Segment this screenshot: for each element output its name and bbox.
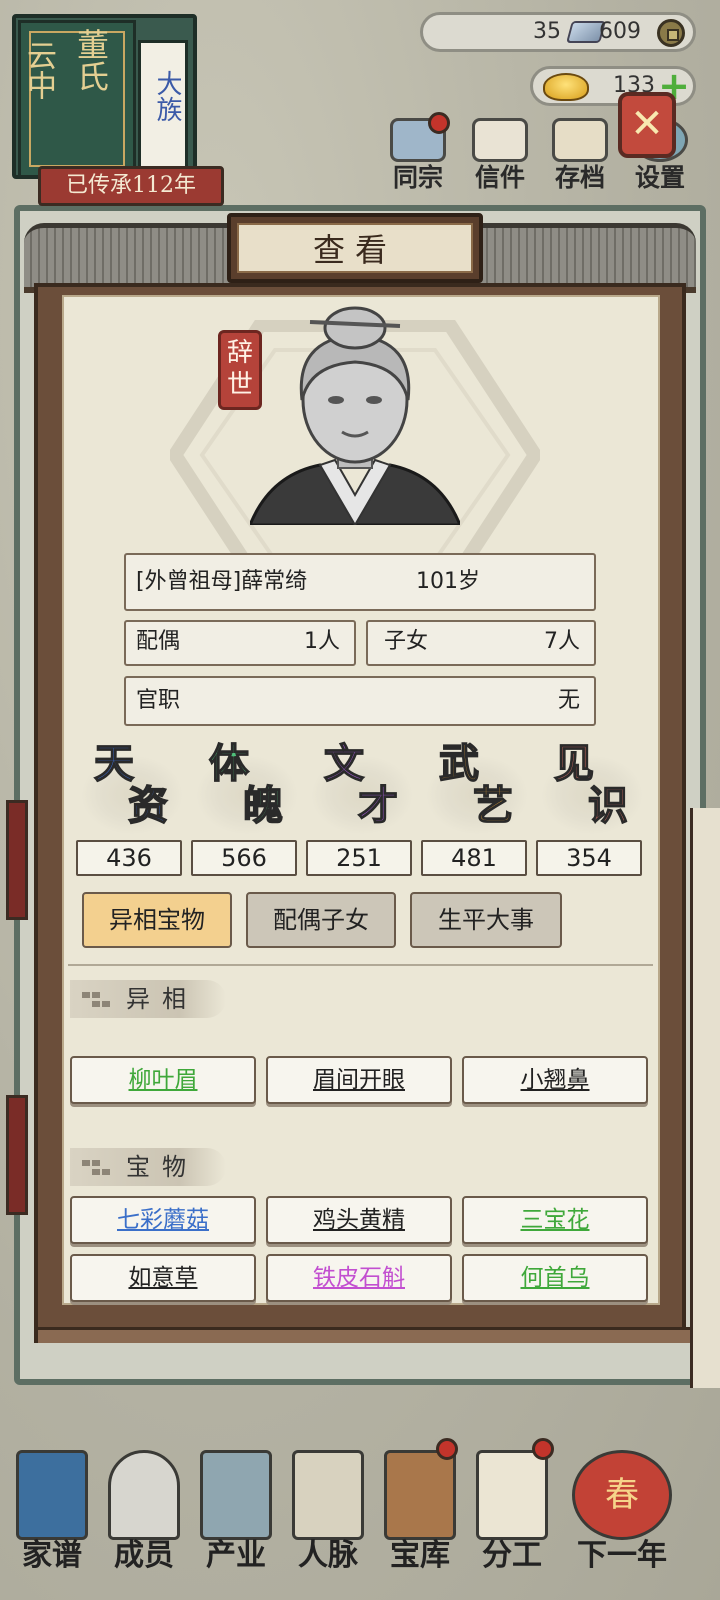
stat-name-char: 魄 bbox=[242, 782, 284, 829]
trait-item[interactable]: 小翘鼻 bbox=[462, 1056, 648, 1104]
notification-dot bbox=[436, 1438, 458, 1460]
stat-literary: 文 才 251 bbox=[306, 740, 412, 880]
office-label: 官职 bbox=[136, 688, 181, 713]
section-divider bbox=[68, 956, 653, 966]
children-row: 子女 7人 bbox=[366, 620, 596, 666]
notification-dot bbox=[428, 112, 450, 134]
clan-surname: 董氏 bbox=[72, 28, 110, 92]
treasure-item[interactable]: 鸡头黄精 bbox=[266, 1196, 452, 1244]
office-row: 官职 无 bbox=[124, 676, 596, 726]
spouse-value: 1人 bbox=[304, 629, 340, 654]
clan-rank: 大族 bbox=[152, 70, 182, 122]
stat-name-char: 文 bbox=[323, 740, 365, 787]
next-year-lantern-icon: 春 bbox=[572, 1450, 672, 1540]
nav-network[interactable]: 人脉 bbox=[282, 1430, 374, 1600]
treasury-icon bbox=[384, 1450, 456, 1540]
inherit-years-ribbon: 已传承112年 bbox=[38, 166, 224, 206]
treasures-section-header: 宝物 bbox=[70, 1148, 226, 1186]
nav-property[interactable]: 产业 bbox=[190, 1430, 282, 1600]
treasure-item[interactable]: 三宝花 bbox=[462, 1196, 648, 1244]
stat-name-char: 才 bbox=[357, 782, 399, 829]
spouse-label: 配偶 bbox=[136, 629, 181, 654]
stat-name-char: 艺 bbox=[472, 782, 514, 829]
tab-spouse-children[interactable]: 配偶子女 bbox=[246, 892, 396, 948]
stat-aptitude: 天 资 436 bbox=[76, 740, 182, 880]
copper-count: 609 bbox=[599, 19, 641, 44]
stat-name-char: 资 bbox=[127, 782, 169, 829]
stat-value: 354 bbox=[536, 840, 642, 876]
network-icon bbox=[292, 1450, 364, 1540]
close-button[interactable]: ✕ bbox=[618, 92, 676, 158]
tab-traits-treasures[interactable]: 异相宝物 bbox=[82, 892, 232, 948]
clan-info-book[interactable]: 云中 董氏 大族 已传承112年 bbox=[10, 10, 224, 206]
genealogy-book-icon bbox=[16, 1450, 88, 1540]
stat-value: 436 bbox=[76, 840, 182, 876]
treasure-item[interactable]: 何首乌 bbox=[462, 1254, 648, 1302]
stat-name-char: 体 bbox=[208, 740, 250, 787]
lattice-icon bbox=[82, 992, 110, 1008]
bottom-nav: 家谱 成员 产业 人脉 宝库 分工 春 下一年 bbox=[0, 1430, 720, 1600]
character-portrait bbox=[250, 306, 460, 525]
gold-ingot-icon bbox=[543, 73, 589, 101]
traits-section-header: 异相 bbox=[70, 980, 226, 1018]
stat-value: 566 bbox=[191, 840, 297, 876]
title-plaque: 查看 bbox=[227, 213, 483, 283]
person-age: 101岁 bbox=[416, 569, 480, 594]
children-value: 7人 bbox=[544, 629, 580, 654]
silver-count: 35 bbox=[533, 19, 561, 44]
currency-bar: 35 609 bbox=[420, 12, 696, 52]
spouse-row: 配偶 1人 bbox=[124, 620, 356, 666]
scroll-bottom-rail bbox=[38, 1327, 690, 1343]
property-icon bbox=[200, 1450, 272, 1540]
treasure-item[interactable]: 铁皮石斛 bbox=[266, 1254, 452, 1302]
stat-value: 251 bbox=[306, 840, 412, 876]
stat-name-char: 天 bbox=[93, 740, 135, 787]
tab-life-events[interactable]: 生平大事 bbox=[410, 892, 562, 948]
nav-members[interactable]: 成员 bbox=[98, 1430, 190, 1600]
stat-name-char: 识 bbox=[587, 782, 629, 829]
notification-dot bbox=[532, 1438, 554, 1460]
dialog-title: 查看 bbox=[237, 223, 473, 273]
nav-division[interactable]: 分工 bbox=[466, 1430, 558, 1600]
copper-coin-icon bbox=[657, 19, 685, 47]
menu-clan[interactable]: 同宗 bbox=[380, 112, 456, 198]
clan-region: 云中 bbox=[21, 40, 56, 100]
person-name-row: [外曾祖母]薛常绮 101岁 bbox=[124, 553, 596, 611]
stat-physique: 体 魄 566 bbox=[191, 740, 297, 880]
stat-knowledge: 见 识 354 bbox=[536, 740, 642, 880]
menu-save[interactable]: 存档 bbox=[542, 118, 618, 198]
lattice-icon bbox=[82, 1160, 110, 1176]
members-icon bbox=[108, 1450, 180, 1540]
division-icon bbox=[476, 1450, 548, 1540]
treasure-item[interactable]: 如意草 bbox=[70, 1254, 256, 1302]
trait-item[interactable]: 眉间开眼 bbox=[266, 1056, 452, 1104]
trait-item[interactable]: 柳叶眉 bbox=[70, 1056, 256, 1104]
person-name: [外曾祖母]薛常绮 bbox=[136, 569, 308, 594]
stat-martial: 武 艺 481 bbox=[421, 740, 527, 880]
children-label: 子女 bbox=[384, 629, 429, 654]
save-scroll-icon bbox=[552, 118, 608, 162]
nav-genealogy[interactable]: 家谱 bbox=[6, 1430, 98, 1600]
menu-letters[interactable]: 信件 bbox=[462, 118, 538, 198]
letters-icon bbox=[472, 118, 528, 162]
office-value: 无 bbox=[557, 688, 580, 713]
stat-name-char: 武 bbox=[438, 740, 480, 787]
stat-name-char: 见 bbox=[553, 740, 595, 787]
nav-treasury[interactable]: 宝库 bbox=[374, 1430, 466, 1600]
nav-next-year[interactable]: 春 下一年 bbox=[562, 1430, 682, 1600]
stat-value: 481 bbox=[421, 840, 527, 876]
treasure-item[interactable]: 七彩蘑菇 bbox=[70, 1196, 256, 1244]
